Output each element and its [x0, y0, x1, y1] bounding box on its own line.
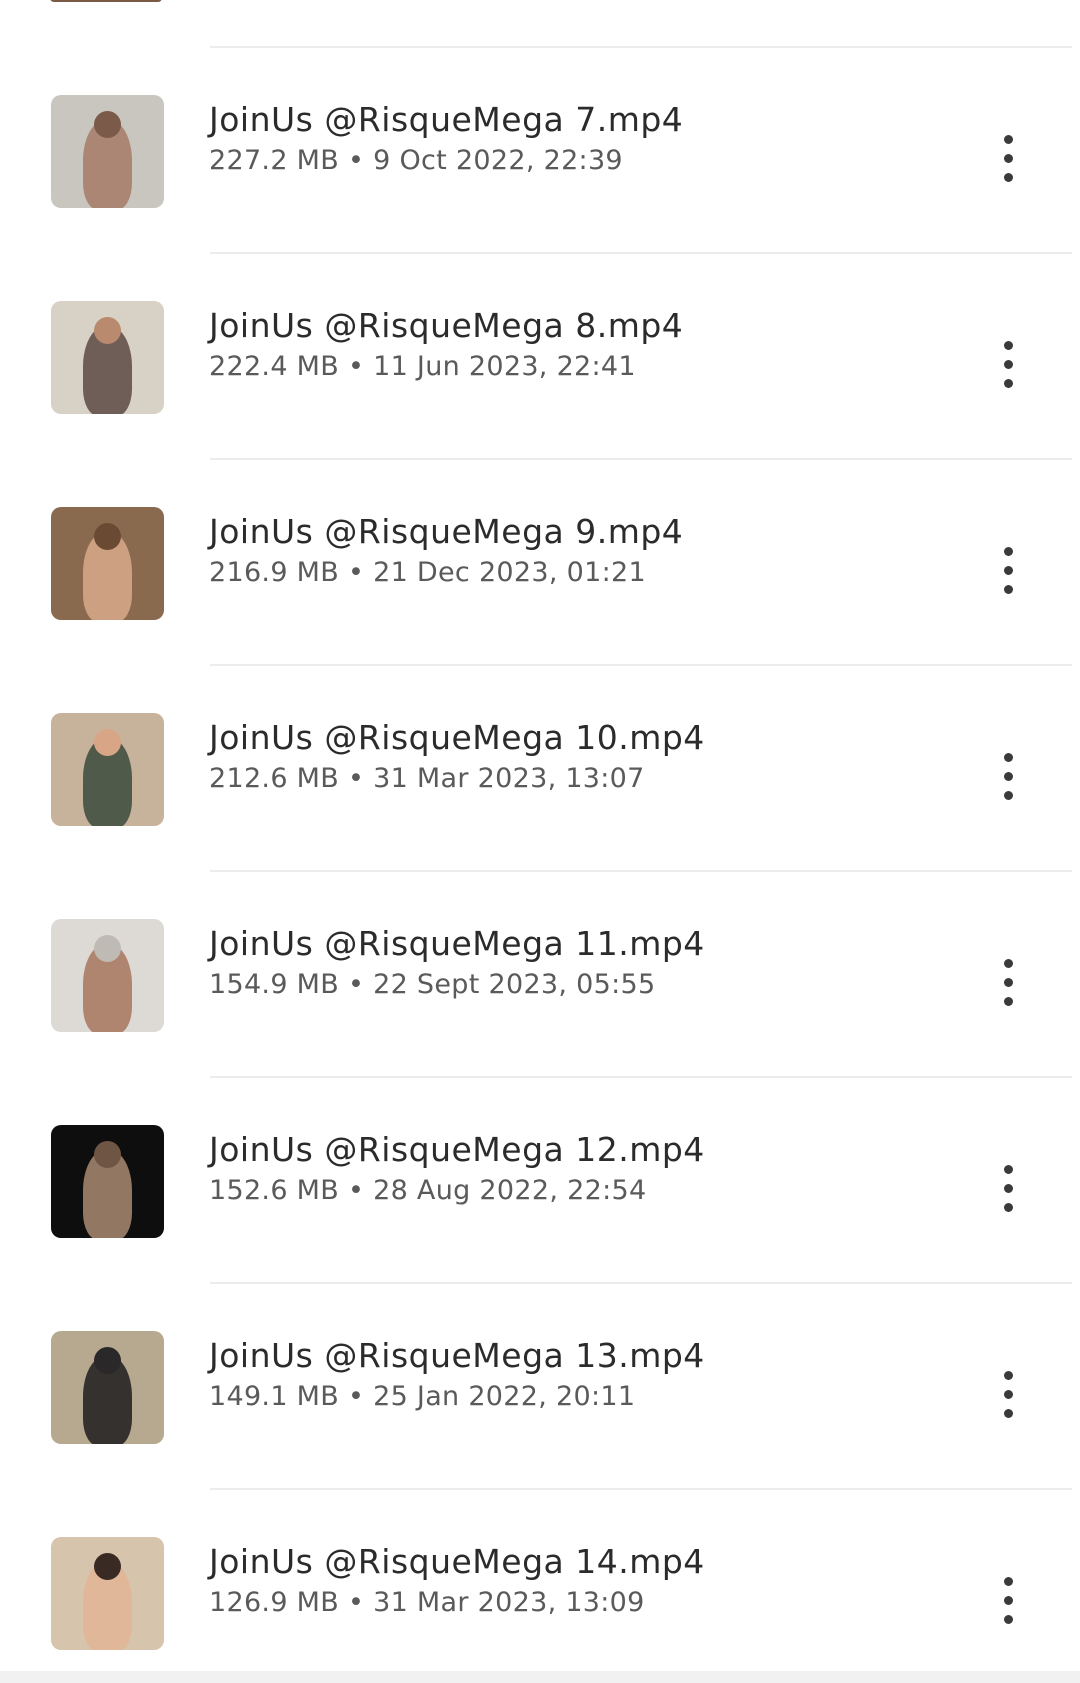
file-row[interactable]: JoinUs @RisqueMega 7.mp4 227.2 MB • 9 Oc… [0, 48, 1080, 254]
more-options-button[interactable] [980, 740, 1036, 812]
file-row[interactable]: JoinUs @RisqueMega 14.mp4 126.9 MB • 31 … [0, 1490, 1080, 1683]
more-options-button[interactable] [980, 1358, 1036, 1430]
file-meta: 222.4 MB • 11 Jun 2023, 22:41 [209, 351, 636, 382]
more-options-button[interactable] [980, 946, 1036, 1018]
file-name: JoinUs @RisqueMega 7.mp4 [209, 100, 684, 139]
more-vert-icon [1003, 546, 1013, 556]
file-row[interactable]: JoinUs @RisqueMega 10.mp4 212.6 MB • 31 … [0, 666, 1080, 872]
more-options-button[interactable] [980, 328, 1036, 400]
file-meta: 227.2 MB • 9 Oct 2022, 22:39 [209, 145, 623, 176]
video-thumbnail[interactable] [51, 1125, 164, 1238]
thumbnail-head [93, 1346, 122, 1374]
thumbnail-head [93, 1140, 122, 1168]
file-name: JoinUs @RisqueMega 10.mp4 [209, 718, 705, 757]
more-options-button[interactable] [980, 122, 1036, 194]
file-meta: 154.9 MB • 22 Sept 2023, 05:55 [209, 969, 656, 1000]
thumbnail-head [93, 1552, 122, 1580]
file-name: JoinUs @RisqueMega 9.mp4 [209, 512, 684, 551]
thumbnail-head [93, 522, 122, 550]
more-vert-icon [1003, 1576, 1013, 1586]
file-row[interactable]: JoinUs @RisqueMega 11.mp4 154.9 MB • 22 … [0, 872, 1080, 1078]
more-vert-icon [1003, 958, 1013, 968]
more-options-button[interactable] [980, 1152, 1036, 1224]
file-row[interactable]: JoinUs @RisqueMega 8.mp4 222.4 MB • 11 J… [0, 254, 1080, 460]
file-meta: 216.9 MB • 21 Dec 2023, 01:21 [209, 557, 646, 588]
file-list: JoinUs @RisqueMega 7.mp4 227.2 MB • 9 Oc… [0, 48, 1080, 1683]
more-vert-icon [1003, 1370, 1013, 1380]
file-name: JoinUs @RisqueMega 11.mp4 [209, 924, 705, 963]
file-meta: 152.6 MB • 28 Aug 2022, 22:54 [209, 1175, 647, 1206]
file-name: JoinUs @RisqueMega 8.mp4 [209, 306, 684, 345]
file-meta: 212.6 MB • 31 Mar 2023, 13:07 [209, 763, 645, 794]
file-meta: 126.9 MB • 31 Mar 2023, 13:09 [209, 1587, 645, 1618]
bottom-edge [0, 1671, 1080, 1683]
more-vert-icon [1003, 1164, 1013, 1174]
file-row[interactable]: JoinUs @RisqueMega 12.mp4 152.6 MB • 28 … [0, 1078, 1080, 1284]
video-thumbnail[interactable] [51, 713, 164, 826]
thumbnail-head [93, 728, 122, 756]
video-thumbnail[interactable] [51, 301, 164, 414]
file-row[interactable]: JoinUs @RisqueMega 9.mp4 216.9 MB • 21 D… [0, 460, 1080, 666]
more-options-button[interactable] [980, 1564, 1036, 1636]
video-thumbnail[interactable] [51, 1537, 164, 1650]
file-name: JoinUs @RisqueMega 14.mp4 [209, 1542, 705, 1581]
file-name: JoinUs @RisqueMega 12.mp4 [209, 1130, 705, 1169]
previous-item-thumbnail-edge [50, 0, 162, 2]
file-list-screen: JoinUs @RisqueMega 7.mp4 227.2 MB • 9 Oc… [0, 0, 1080, 1683]
video-thumbnail[interactable] [51, 919, 164, 1032]
video-thumbnail[interactable] [51, 95, 164, 208]
more-vert-icon [1003, 752, 1013, 762]
thumbnail-head [93, 110, 122, 138]
thumbnail-head [93, 934, 122, 962]
more-options-button[interactable] [980, 534, 1036, 606]
file-meta: 149.1 MB • 25 Jan 2022, 20:11 [209, 1381, 636, 1412]
thumbnail-head [93, 316, 122, 344]
file-name: JoinUs @RisqueMega 13.mp4 [209, 1336, 705, 1375]
video-thumbnail[interactable] [51, 507, 164, 620]
video-thumbnail[interactable] [51, 1331, 164, 1444]
more-vert-icon [1003, 134, 1013, 144]
more-vert-icon [1003, 340, 1013, 350]
file-row[interactable]: JoinUs @RisqueMega 13.mp4 149.1 MB • 25 … [0, 1284, 1080, 1490]
